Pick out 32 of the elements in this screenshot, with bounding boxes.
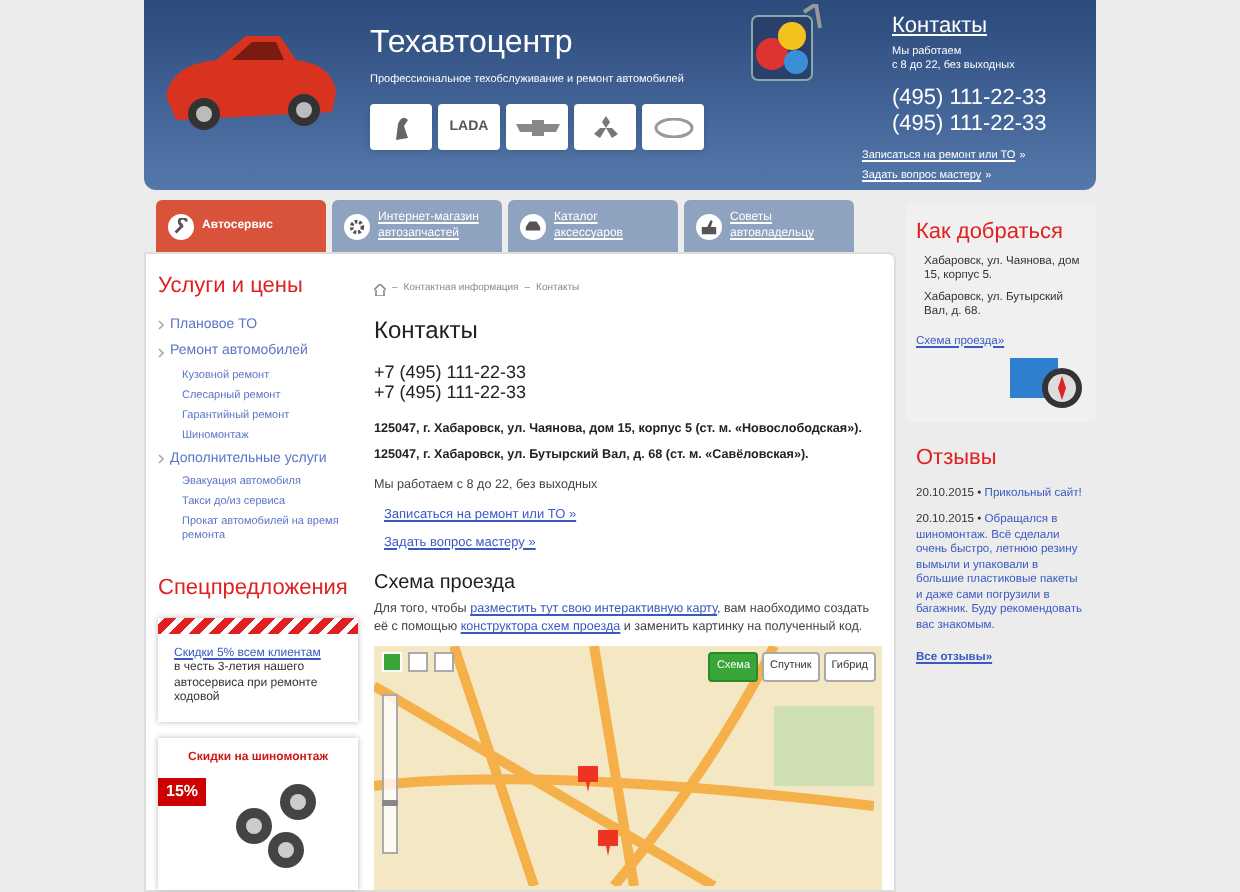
chevron-icon — [158, 320, 164, 331]
reviews-heading: Отзывы — [914, 444, 999, 475]
wrench-icon — [168, 213, 194, 239]
directions-heading: Как добраться — [916, 218, 1065, 248]
map-pin-icon — [598, 830, 618, 857]
hand-tool-icon[interactable] — [382, 652, 402, 673]
car-icon — [520, 213, 546, 239]
page-title: Контакты — [374, 313, 480, 347]
phone-number: (495) 111-22-33 — [892, 86, 1047, 112]
zoom-slider-thumb[interactable] — [382, 800, 398, 807]
brand-logo — [370, 104, 432, 151]
map-heading: Схема проезда — [374, 570, 518, 599]
chevron-icon — [158, 347, 164, 358]
gear-icon — [344, 213, 370, 239]
services-heading: Услуги и цены — [158, 272, 305, 302]
brand-logo — [642, 104, 704, 151]
contacts-link[interactable]: Контакты — [892, 16, 1047, 38]
discount-badge: 15% — [158, 777, 207, 805]
phone-number: +7 (495) 111-22-33 — [374, 361, 528, 381]
thumb-icon — [696, 213, 722, 239]
map-pin-icon — [578, 766, 598, 793]
site-title: Техавтоцентр — [370, 28, 575, 60]
ruler-tool-icon[interactable] — [434, 652, 454, 673]
map-and-compass-icon — [1006, 354, 1086, 411]
chevron-icon — [158, 454, 164, 465]
offers-heading: Спецпредложения — [158, 574, 350, 604]
brand-logo — [506, 104, 568, 151]
home-icon[interactable] — [374, 283, 386, 296]
phone-number: +7 (495) 111-22-33 — [374, 381, 528, 401]
zoom-tool-icon[interactable] — [408, 652, 428, 673]
brand-logo — [574, 104, 636, 151]
phone-number: (495) 111-22-33 — [892, 112, 1047, 138]
